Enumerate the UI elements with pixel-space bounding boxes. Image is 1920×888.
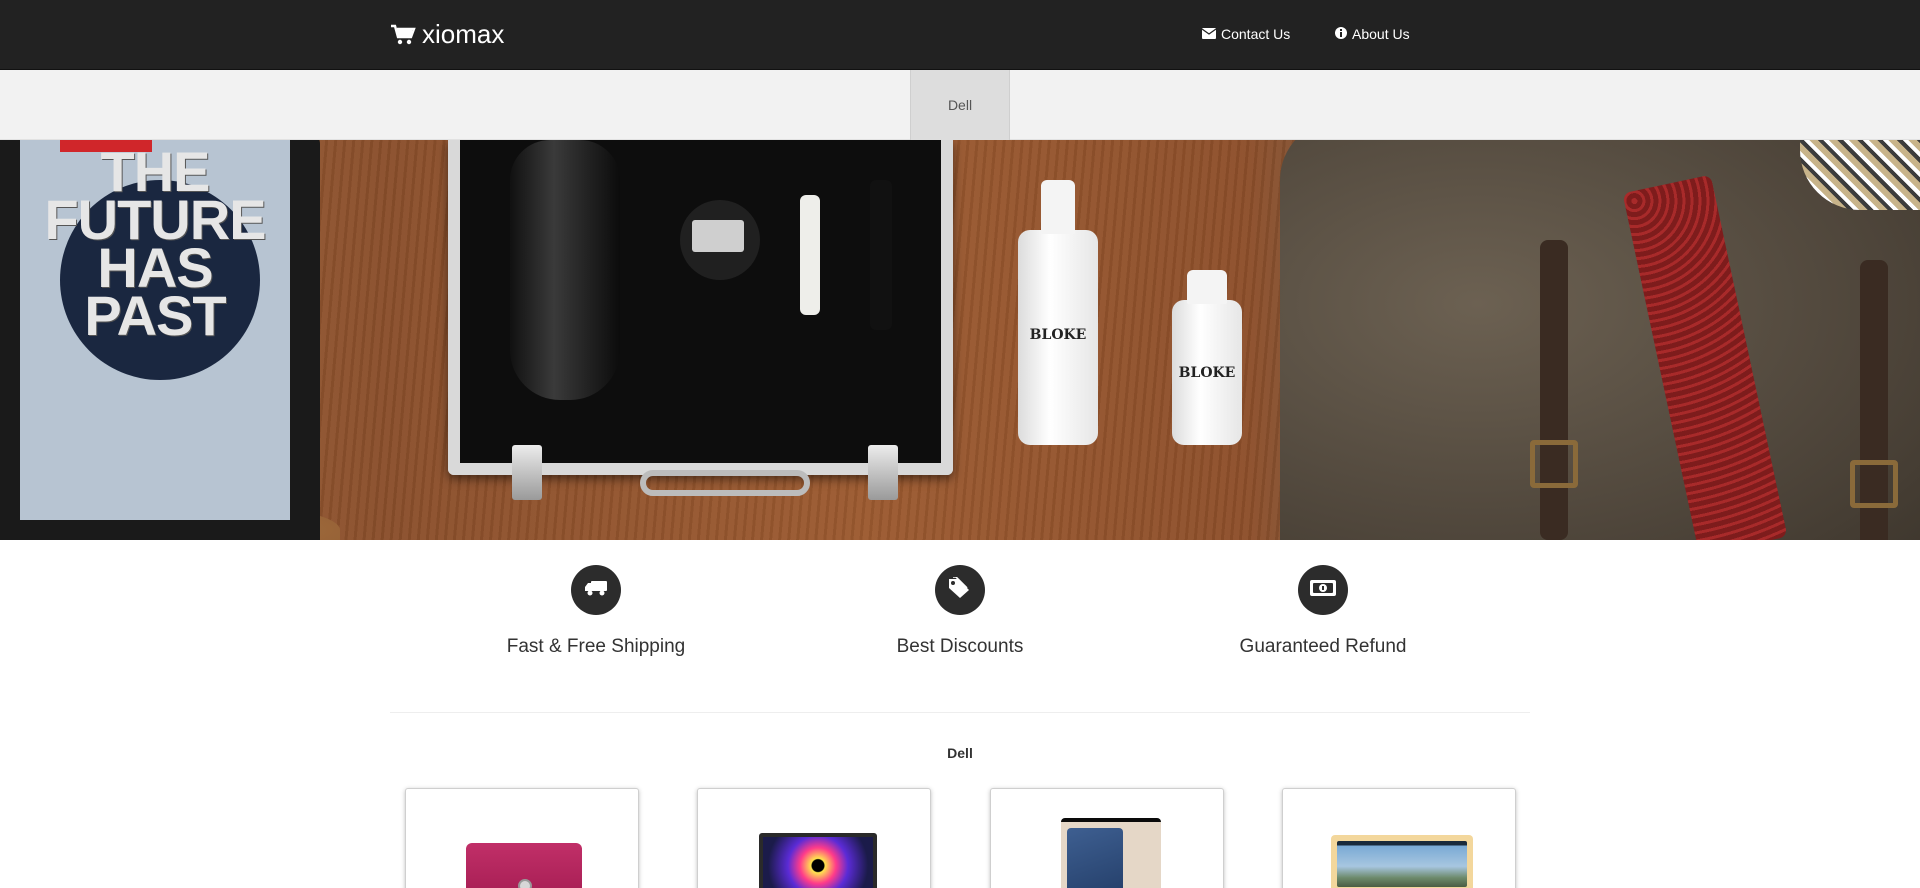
bag-buckle-left	[1530, 440, 1578, 488]
product-image-laptop-windows-screen[interactable]	[1331, 835, 1473, 888]
tablet-cover	[1067, 828, 1123, 888]
category-section-title: Dell	[947, 745, 973, 761]
about-us-label: About Us	[1352, 26, 1410, 42]
brand-link[interactable]: xiomax	[390, 19, 504, 50]
hair-trimmer-image	[510, 140, 620, 400]
feature-title: Guaranteed Refund	[1239, 636, 1407, 657]
top-navbar: xiomax Contact Us About Us	[0, 0, 1920, 70]
product-card[interactable]	[405, 788, 639, 888]
tablet-screen: THE FUTURE HAS PAST	[20, 140, 290, 520]
bag-buckle-right	[1850, 460, 1898, 508]
product-card[interactable]	[697, 788, 931, 888]
feature-icon-circle	[571, 565, 621, 615]
truck-icon	[584, 579, 608, 602]
product-card[interactable]	[1282, 788, 1516, 888]
cleaning-brush-image	[870, 180, 892, 330]
small-bottle-image: BLOKE	[1172, 270, 1242, 445]
oil-tube-image	[800, 195, 820, 315]
laptop-screen	[1337, 841, 1467, 887]
feature-title: Fast & Free Shipping	[506, 636, 686, 657]
about-us-link[interactable]: About Us	[1335, 26, 1410, 42]
case-latch-right	[868, 445, 898, 500]
spray-bottle-image: BLOKE	[1018, 180, 1098, 445]
contact-us-link[interactable]: Contact Us	[1201, 26, 1291, 42]
laptop-screen	[763, 837, 873, 888]
trimmer-head-white	[692, 220, 744, 252]
magazine-tablet-image: THE FUTURE HAS PAST	[0, 140, 320, 540]
feature-icon-circle	[1298, 565, 1348, 615]
case-latch-left	[512, 445, 542, 500]
bag-strap-left	[1540, 240, 1568, 540]
feature-icon-circle	[935, 565, 985, 615]
hero-banner: THE FUTURE HAS PAST BLOKE BLOKE	[0, 140, 1920, 540]
category-bar: Dell	[0, 70, 1920, 140]
brand-name: xiomax	[422, 19, 505, 49]
product-card[interactable]	[990, 788, 1224, 888]
shopping-cart-icon	[390, 24, 416, 46]
product-image-blue-tablet[interactable]	[1061, 818, 1161, 888]
bottle-label: BLOKE	[1029, 326, 1087, 343]
tags-icon	[947, 575, 973, 604]
product-image-pink-laptop[interactable]	[466, 843, 582, 888]
product-image-laptop-colorful-screen[interactable]	[759, 833, 877, 888]
spray-bottle-cap	[1041, 180, 1075, 234]
bottle-label: BLOKE	[1178, 365, 1236, 382]
money-bill-icon	[1310, 579, 1336, 601]
dell-logo-icon	[518, 879, 532, 888]
category-tab-dell[interactable]: Dell	[910, 70, 1010, 140]
info-circle-icon	[1335, 26, 1347, 42]
canvas-bag-image	[1280, 140, 1920, 540]
section-divider	[390, 712, 1530, 713]
feature-title: Best Discounts	[896, 636, 1024, 657]
contact-us-label: Contact Us	[1221, 26, 1291, 42]
trimmer-head-image	[680, 200, 760, 280]
small-bottle-cap	[1187, 270, 1227, 304]
envelope-icon	[1201, 26, 1217, 42]
magazine-headline: THE FUTURE HAS PAST	[44, 140, 266, 347]
case-handle	[640, 470, 810, 496]
